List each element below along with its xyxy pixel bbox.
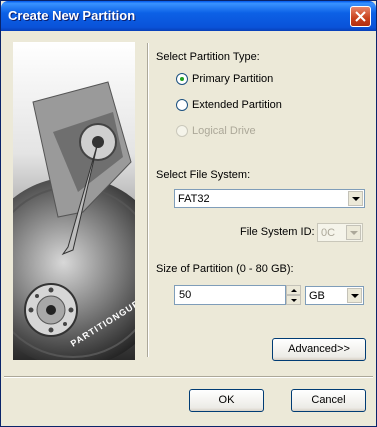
- extended-partition-label[interactable]: Extended Partition: [192, 99, 282, 111]
- file-system-value: FAT32: [178, 193, 210, 205]
- spin-down-button[interactable]: [286, 295, 301, 305]
- title-bar[interactable]: Create New Partition: [1, 1, 376, 31]
- advanced-button[interactable]: Advanced>>: [272, 338, 366, 361]
- file-system-id-label: File System ID:: [240, 226, 315, 238]
- size-unit-value: GB: [309, 290, 325, 302]
- file-system-label: Select File System:: [156, 169, 251, 181]
- close-button[interactable]: [350, 6, 371, 27]
- chevron-down-icon: [351, 294, 359, 298]
- close-icon: [355, 11, 366, 22]
- ok-button[interactable]: OK: [189, 389, 264, 412]
- hard-drive-banner: PARTITIONGURU: [13, 42, 135, 360]
- partition-type-label: Select Partition Type:: [156, 51, 260, 63]
- hard-drive-image: PARTITIONGURU: [13, 42, 135, 360]
- file-system-id-select: 0C: [317, 223, 363, 242]
- dialog-body: PARTITIONGURU Select Partition Type: Pri…: [4, 31, 373, 424]
- extended-partition-radio[interactable]: [176, 99, 188, 111]
- vertical-divider: [147, 43, 149, 357]
- spin-up-button[interactable]: [286, 285, 301, 295]
- create-partition-dialog: Create New Partition PARTITIONGURU Selec…: [0, 0, 377, 427]
- cancel-button[interactable]: Cancel: [291, 389, 366, 412]
- file-system-id-value: 0C: [321, 227, 336, 239]
- chevron-down-icon: [350, 231, 358, 235]
- primary-partition-label[interactable]: Primary Partition: [192, 73, 273, 85]
- partition-size-input[interactable]: 50: [174, 285, 286, 305]
- chevron-down-icon: [291, 299, 297, 302]
- chevron-down-icon: [352, 197, 360, 201]
- primary-partition-radio[interactable]: [176, 73, 188, 85]
- partition-size-spinner[interactable]: [286, 285, 301, 305]
- size-unit-select[interactable]: GB: [305, 286, 364, 305]
- file-system-id-dropdown-button: [346, 225, 361, 240]
- partition-size-value: 50: [179, 289, 192, 301]
- window-title: Create New Partition: [8, 8, 136, 23]
- logical-drive-radio: [176, 125, 188, 137]
- horizontal-divider: [4, 376, 373, 378]
- logical-drive-label: Logical Drive: [192, 125, 256, 137]
- file-system-dropdown-button[interactable]: [348, 191, 363, 206]
- size-unit-dropdown-button[interactable]: [347, 288, 362, 303]
- chevron-up-icon: [291, 289, 297, 292]
- file-system-select[interactable]: FAT32: [174, 189, 365, 208]
- partition-size-label: Size of Partition (0 - 80 GB):: [156, 263, 294, 275]
